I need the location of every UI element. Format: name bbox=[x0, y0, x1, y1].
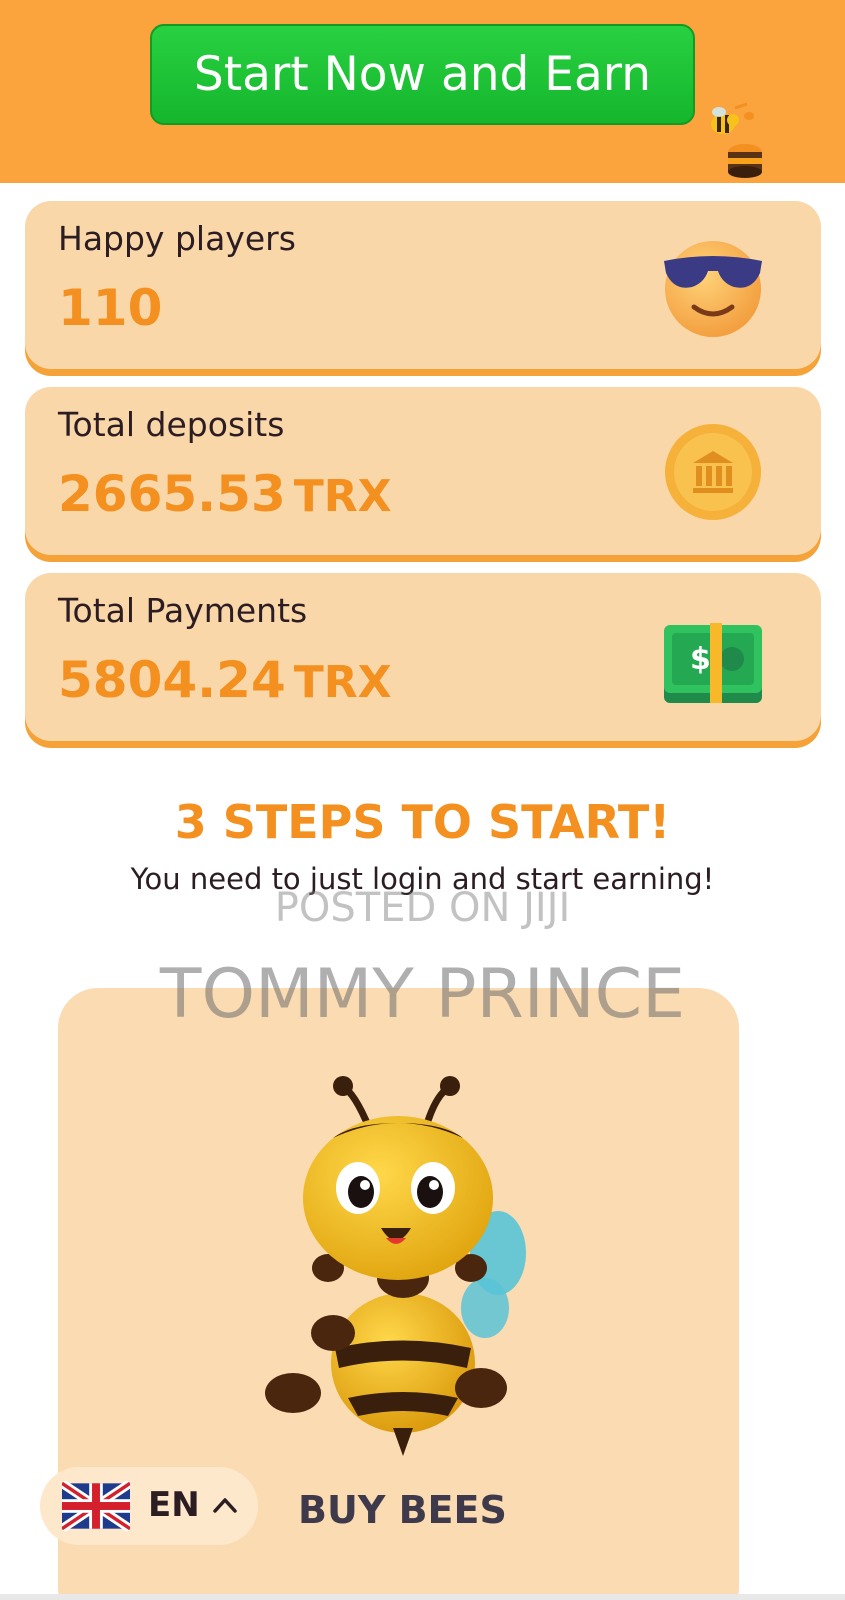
steps-title: 3 STEPS TO START! bbox=[174, 795, 671, 849]
stat-label: Happy players bbox=[58, 219, 296, 258]
bank-coin-icon bbox=[665, 424, 761, 520]
start-now-button[interactable]: Start Now and Earn bbox=[150, 24, 695, 125]
stat-card-happy-players: Happy players 110 bbox=[25, 201, 821, 369]
buy-bees-label: BUY BEES bbox=[298, 1488, 507, 1532]
language-code: EN bbox=[148, 1485, 200, 1525]
stat-unit: TRX bbox=[293, 657, 392, 708]
sunglasses-smiley-icon bbox=[664, 241, 762, 337]
stat-value: 5804.24 TRX bbox=[58, 651, 392, 709]
bottom-edge bbox=[0, 1594, 845, 1600]
stat-value: 2665.53 TRX bbox=[58, 465, 392, 523]
stat-card-total-payments: Total Payments 5804.24 TRX $ bbox=[25, 573, 821, 741]
stat-card-total-deposits: Total deposits 2665.53 TRX bbox=[25, 387, 821, 555]
stat-unit: TRX bbox=[293, 471, 392, 522]
uk-flag-icon bbox=[62, 1481, 130, 1531]
bee-mascot-icon bbox=[265, 1076, 526, 1456]
chevron-up-icon bbox=[213, 1498, 237, 1513]
watermark-line-2: TOMMY PRINCE bbox=[159, 955, 686, 1034]
language-selector[interactable]: EN bbox=[40, 1467, 258, 1545]
header-bar: Start Now and Earn bbox=[0, 0, 845, 183]
stat-label: Total Payments bbox=[58, 591, 308, 630]
money-bill-icon: $ bbox=[664, 623, 762, 703]
watermark-line-1: POSTED ON JIJI bbox=[274, 885, 571, 931]
bee-honey-icon bbox=[711, 102, 762, 178]
stat-value: 110 bbox=[58, 279, 163, 337]
svg-text:$: $ bbox=[690, 642, 711, 677]
stat-label: Total deposits bbox=[58, 405, 285, 444]
page: Start Now and Earn Happy players 110 Tot… bbox=[0, 0, 845, 1600]
